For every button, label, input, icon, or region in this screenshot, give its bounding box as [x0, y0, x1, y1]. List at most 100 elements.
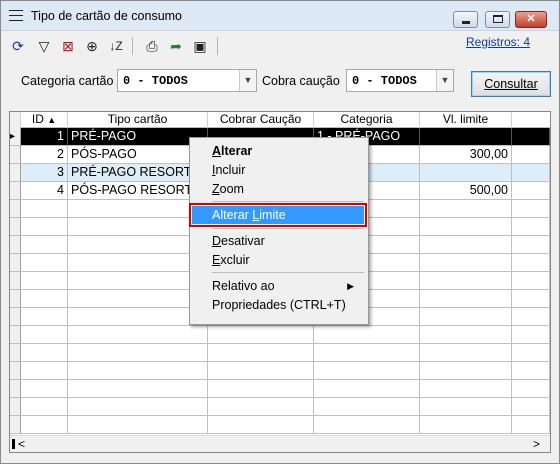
table-cell-id[interactable]	[21, 398, 68, 416]
table-cell-limite[interactable]	[420, 362, 512, 380]
table-cell-caucao[interactable]	[208, 380, 314, 398]
table-cell-tipo[interactable]: PRÉ-PAGO RESORT	[68, 164, 208, 182]
row-indicator[interactable]	[10, 146, 21, 164]
table-cell-tipo[interactable]	[68, 236, 208, 254]
table-cell-id[interactable]: 3	[21, 164, 68, 182]
table-cell-limite[interactable]	[420, 164, 512, 182]
categoria-select[interactable]: 0 - TODOS ▼	[117, 69, 257, 92]
table-cell-limite[interactable]: 300,00	[420, 146, 512, 164]
menu-item-alterar-limite[interactable]: Alterar Limite	[189, 203, 367, 227]
row-indicator[interactable]	[10, 254, 21, 272]
menu-item-alterar[interactable]: Alterar	[212, 142, 362, 160]
table-cell-tipo[interactable]	[68, 416, 208, 434]
table-cell-caucao[interactable]	[208, 344, 314, 362]
refresh-icon[interactable]: ⟳	[9, 37, 27, 55]
menu-item-zoom[interactable]: Zoom	[212, 180, 362, 198]
maximize-button[interactable]	[485, 11, 510, 28]
registros-link[interactable]: Registros: 4	[466, 35, 530, 49]
find-icon[interactable]: ⊕	[83, 37, 101, 55]
table-cell-id[interactable]	[21, 416, 68, 434]
row-indicator[interactable]	[10, 272, 21, 290]
table-cell-id[interactable]	[21, 272, 68, 290]
table-cell-categoria[interactable]	[314, 416, 420, 434]
table-cell-categoria[interactable]	[314, 344, 420, 362]
empty-row[interactable]	[10, 398, 550, 416]
empty-row[interactable]	[10, 344, 550, 362]
table-cell-categoria[interactable]	[314, 326, 420, 344]
table-cell-tipo[interactable]	[68, 308, 208, 326]
table-cell-id[interactable]: 2	[21, 146, 68, 164]
row-indicator[interactable]	[10, 200, 21, 218]
menu-item-propriedades[interactable]: Propriedades (CTRL+T)	[212, 296, 362, 314]
clear-filter-icon[interactable]: ⊠	[59, 37, 77, 55]
filter-icon[interactable]: ▽	[35, 37, 53, 55]
table-cell-tipo[interactable]	[68, 272, 208, 290]
table-cell-limite[interactable]	[420, 218, 512, 236]
table-cell-id[interactable]	[21, 380, 68, 398]
table-cell-id[interactable]	[21, 236, 68, 254]
column-header-limite[interactable]: Vl. limite	[420, 112, 512, 128]
column-header-id[interactable]: ID ▲	[21, 112, 68, 128]
minimize-button[interactable]	[453, 11, 478, 28]
table-cell-caucao[interactable]	[208, 362, 314, 380]
table-cell-tipo[interactable]: PÓS-PAGO RESORT	[68, 182, 208, 200]
table-cell-limite[interactable]	[420, 416, 512, 434]
table-cell-limite[interactable]: 500,00	[420, 182, 512, 200]
column-header-tipo[interactable]: Tipo cartão	[68, 112, 208, 128]
empty-row[interactable]	[10, 380, 550, 398]
table-cell-caucao[interactable]	[208, 416, 314, 434]
table-cell-tipo[interactable]	[68, 254, 208, 272]
table-cell-tipo[interactable]	[68, 362, 208, 380]
cobra-caucao-select[interactable]: 0 - TODOS ▼	[346, 69, 454, 92]
export-icon[interactable]: ➦	[167, 37, 185, 55]
table-cell-tipo[interactable]	[68, 344, 208, 362]
table-cell-tipo[interactable]: PÓS-PAGO	[68, 146, 208, 164]
column-header-caucao[interactable]: Cobrar Caução	[208, 112, 314, 128]
table-cell-tipo[interactable]	[68, 200, 208, 218]
table-cell-id[interactable]	[21, 218, 68, 236]
row-indicator[interactable]: ▸	[10, 128, 21, 146]
table-cell-id[interactable]	[21, 344, 68, 362]
save-icon[interactable]: ▣	[191, 37, 209, 55]
table-cell-id[interactable]	[21, 308, 68, 326]
table-cell-id[interactable]	[21, 200, 68, 218]
menu-item-relativo[interactable]: Relativo ao ▶	[212, 277, 362, 295]
table-cell-tipo[interactable]: PRÉ-PAGO	[68, 128, 208, 146]
empty-row[interactable]	[10, 416, 550, 434]
chevron-down-icon[interactable]: ▼	[239, 70, 256, 91]
row-indicator[interactable]	[10, 398, 21, 416]
table-cell-id[interactable]	[21, 362, 68, 380]
row-indicator[interactable]	[10, 326, 21, 344]
menu-item-desativar[interactable]: Desativar	[212, 232, 362, 250]
row-indicator[interactable]	[10, 380, 21, 398]
empty-row[interactable]	[10, 362, 550, 380]
scroll-left-icon[interactable]: <	[18, 436, 25, 452]
table-cell-categoria[interactable]	[314, 398, 420, 416]
chevron-down-icon[interactable]: ▼	[436, 70, 453, 91]
row-indicator[interactable]	[10, 290, 21, 308]
table-cell-limite[interactable]	[420, 254, 512, 272]
row-indicator[interactable]	[10, 416, 21, 434]
table-cell-limite[interactable]	[420, 236, 512, 254]
row-indicator[interactable]	[10, 218, 21, 236]
column-header-categoria[interactable]: Categoria	[314, 112, 420, 128]
table-cell-tipo[interactable]	[68, 218, 208, 236]
table-cell-limite[interactable]	[420, 308, 512, 326]
title-bar[interactable]: Tipo de cartão de consumo ✕	[1, 1, 559, 31]
table-cell-caucao[interactable]	[208, 326, 314, 344]
row-indicator[interactable]	[10, 362, 21, 380]
close-button[interactable]: ✕	[515, 11, 547, 28]
scroll-right-icon[interactable]: >	[533, 436, 540, 452]
table-cell-limite[interactable]	[420, 272, 512, 290]
table-cell-limite[interactable]	[420, 398, 512, 416]
table-cell-categoria[interactable]	[314, 380, 420, 398]
table-cell-limite[interactable]	[420, 128, 512, 146]
row-indicator[interactable]	[10, 344, 21, 362]
table-cell-id[interactable]: 1	[21, 128, 68, 146]
table-cell-tipo[interactable]	[68, 380, 208, 398]
print-icon[interactable]: ⎙	[143, 37, 161, 55]
scroll-thumb[interactable]	[12, 439, 15, 449]
window-menu-icon[interactable]	[9, 10, 23, 21]
sort-icon[interactable]: ↓Z	[107, 37, 125, 55]
table-cell-id[interactable]	[21, 326, 68, 344]
